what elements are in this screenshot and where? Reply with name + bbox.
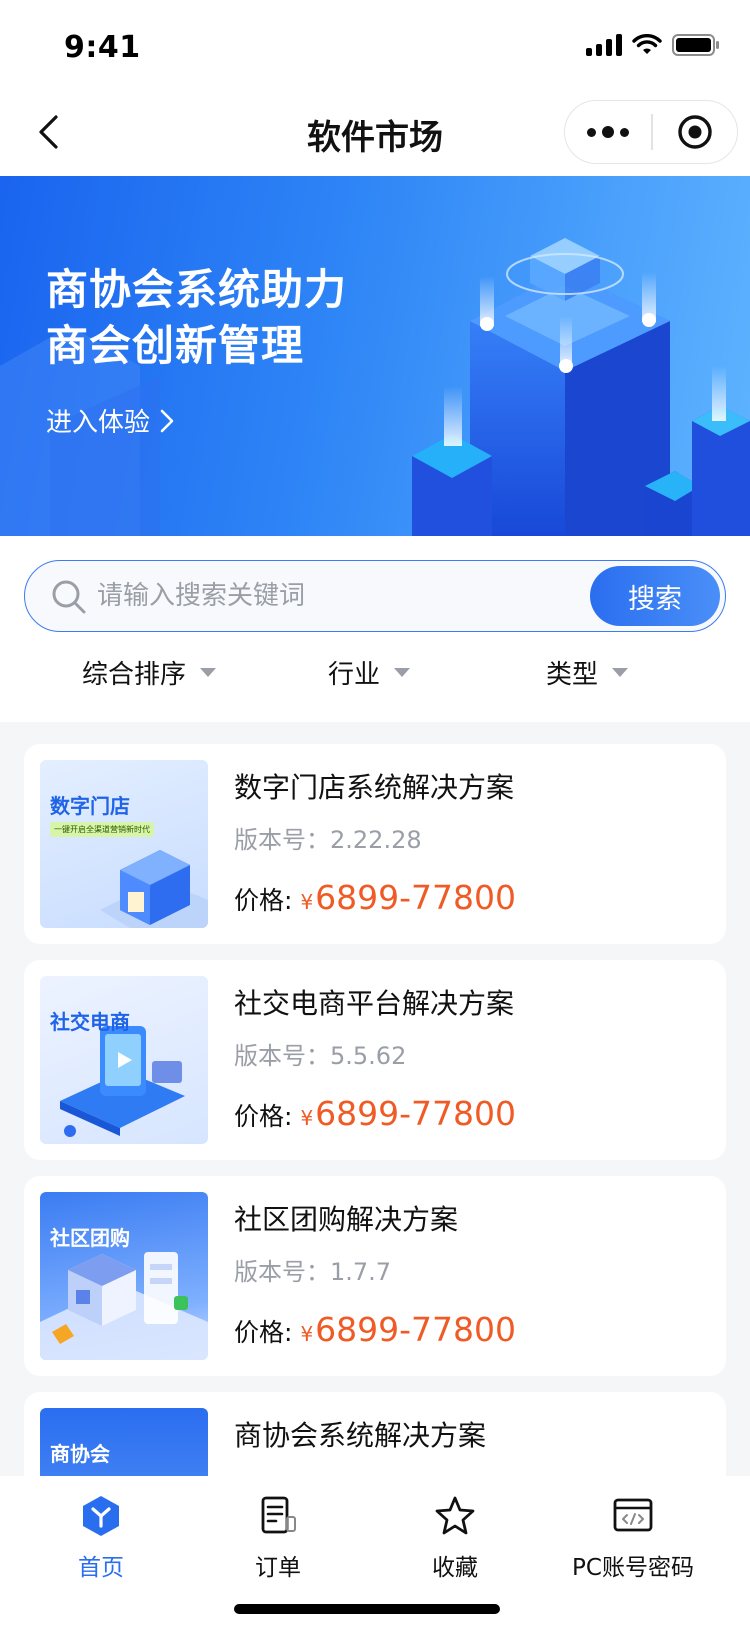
product-title: 数字门店系统解决方案 — [234, 771, 515, 804]
price-label: 价格: — [234, 1102, 293, 1131]
signal-icon — [586, 34, 622, 56]
product-title: 社交电商平台解决方案 — [234, 987, 515, 1020]
caret-down-icon — [394, 668, 411, 677]
status-icons — [586, 32, 720, 58]
tab-favorites[interactable]: 收藏 — [380, 1494, 530, 1582]
thumbnail-title: 商协会 — [50, 1442, 110, 1466]
product-version: 版本号：1.7.7 — [234, 1258, 392, 1286]
search-filter-area: 搜索 综合排序 行业 类型 — [0, 536, 750, 722]
status-time: 9:41 — [64, 30, 141, 65]
search-icon — [52, 580, 86, 614]
code-window-icon — [613, 1498, 653, 1532]
product-card[interactable]: 数字门店 一键开启全渠道营销新时代 数字门店系统解决方案 版本号：2.22.28… — [24, 744, 726, 944]
battery-icon — [672, 34, 719, 56]
close-mini-program-button[interactable] — [653, 101, 738, 163]
price-value: 6899-77800 — [315, 1094, 517, 1133]
tab-favorites-label: 收藏 — [432, 1555, 478, 1581]
product-price: 价格: ¥ 6899-77800 — [234, 1094, 516, 1133]
filter-industry-label: 行业 — [328, 660, 381, 690]
navigation-bar: 软件市场 — [0, 90, 750, 176]
search-button[interactable]: 搜索 — [590, 566, 720, 626]
tab-home[interactable]: 首页 — [26, 1494, 176, 1582]
tab-orders-label: 订单 — [255, 1555, 301, 1581]
product-thumbnail: 社区团购 — [40, 1192, 208, 1360]
product-price: 价格: ¥ 6899-77800 — [234, 878, 516, 917]
price-label: 价格: — [234, 1318, 293, 1347]
wifi-icon — [632, 34, 662, 54]
promo-banner[interactable]: 商协会系统助力 商会创新管理 进入体验 — [0, 176, 750, 536]
price-currency: ¥ — [300, 1106, 314, 1130]
more-button[interactable] — [565, 101, 651, 163]
banner-cta-link[interactable]: 进入体验 — [46, 402, 174, 439]
tab-orders[interactable]: 订单 — [203, 1494, 353, 1582]
thumbnail-title: 数字门店 — [50, 794, 130, 818]
home-indicator — [234, 1604, 500, 1614]
product-title: 社区团购解决方案 — [234, 1203, 459, 1236]
order-document-icon — [261, 1496, 296, 1534]
star-icon — [435, 1496, 475, 1535]
banner-title: 商协会系统助力 商会创新管理 — [46, 265, 348, 370]
caret-down-icon — [612, 668, 629, 677]
product-price: 价格: ¥ 6899-77800 — [234, 1310, 516, 1349]
tab-pc-account-label: PC账号密码 — [572, 1555, 694, 1581]
thumbnail-title: 社交电商 — [50, 1010, 130, 1034]
product-thumbnail: 社交电商 — [40, 976, 208, 1144]
banner-cta-label: 进入体验 — [46, 408, 151, 438]
product-card[interactable]: 社区团购 社区团购解决方案 版本号：1.7.7 价格: ¥ 6899-77800 — [24, 1176, 726, 1376]
caret-down-icon — [200, 668, 217, 677]
tab-bar: 首页 订单 收藏 PC账号密码 — [0, 1476, 750, 1626]
home-hexagon-icon — [83, 1496, 119, 1536]
community-shop-illustration — [40, 1252, 208, 1360]
thumbnail-tagline: 一键开启全渠道营销新时代 — [50, 822, 154, 837]
filter-sort[interactable]: 综合排序 — [82, 654, 217, 691]
filter-type[interactable]: 类型 — [546, 654, 629, 691]
filter-industry[interactable]: 行业 — [328, 654, 411, 691]
search-input[interactable] — [97, 573, 567, 619]
price-value: 6899-77800 — [315, 878, 517, 917]
filter-sort-label: 综合排序 — [82, 660, 187, 690]
chevron-right-icon — [160, 409, 174, 432]
thumbnail-title: 社区团购 — [50, 1226, 130, 1250]
status-bar: 9:41 — [0, 0, 750, 90]
store-illustration — [100, 850, 208, 928]
filter-row: 综合排序 行业 类型 — [0, 654, 750, 702]
tab-pc-account[interactable]: PC账号密码 — [558, 1494, 708, 1582]
product-card[interactable]: 社交电商 社交电商平台解决方案 版本号：5.5.62 价格: ¥ 6899-77… — [24, 960, 726, 1160]
search-box: 搜索 — [24, 560, 726, 632]
product-version: 版本号：5.5.62 — [234, 1042, 407, 1070]
product-version: 版本号：2.22.28 — [234, 826, 422, 854]
price-label: 价格: — [234, 886, 293, 915]
price-value: 6899-77800 — [315, 1310, 517, 1349]
filter-type-label: 类型 — [546, 660, 599, 690]
product-thumbnail: 数字门店 一键开启全渠道营销新时代 — [40, 760, 208, 928]
target-icon — [678, 115, 712, 149]
mini-program-capsule — [564, 100, 738, 164]
product-title: 商协会系统解决方案 — [234, 1419, 487, 1452]
price-currency: ¥ — [300, 1322, 314, 1346]
price-currency: ¥ — [300, 890, 314, 914]
tab-home-label: 首页 — [78, 1555, 124, 1581]
more-icon — [587, 127, 596, 137]
phone-shop-illustration — [60, 1026, 185, 1137]
